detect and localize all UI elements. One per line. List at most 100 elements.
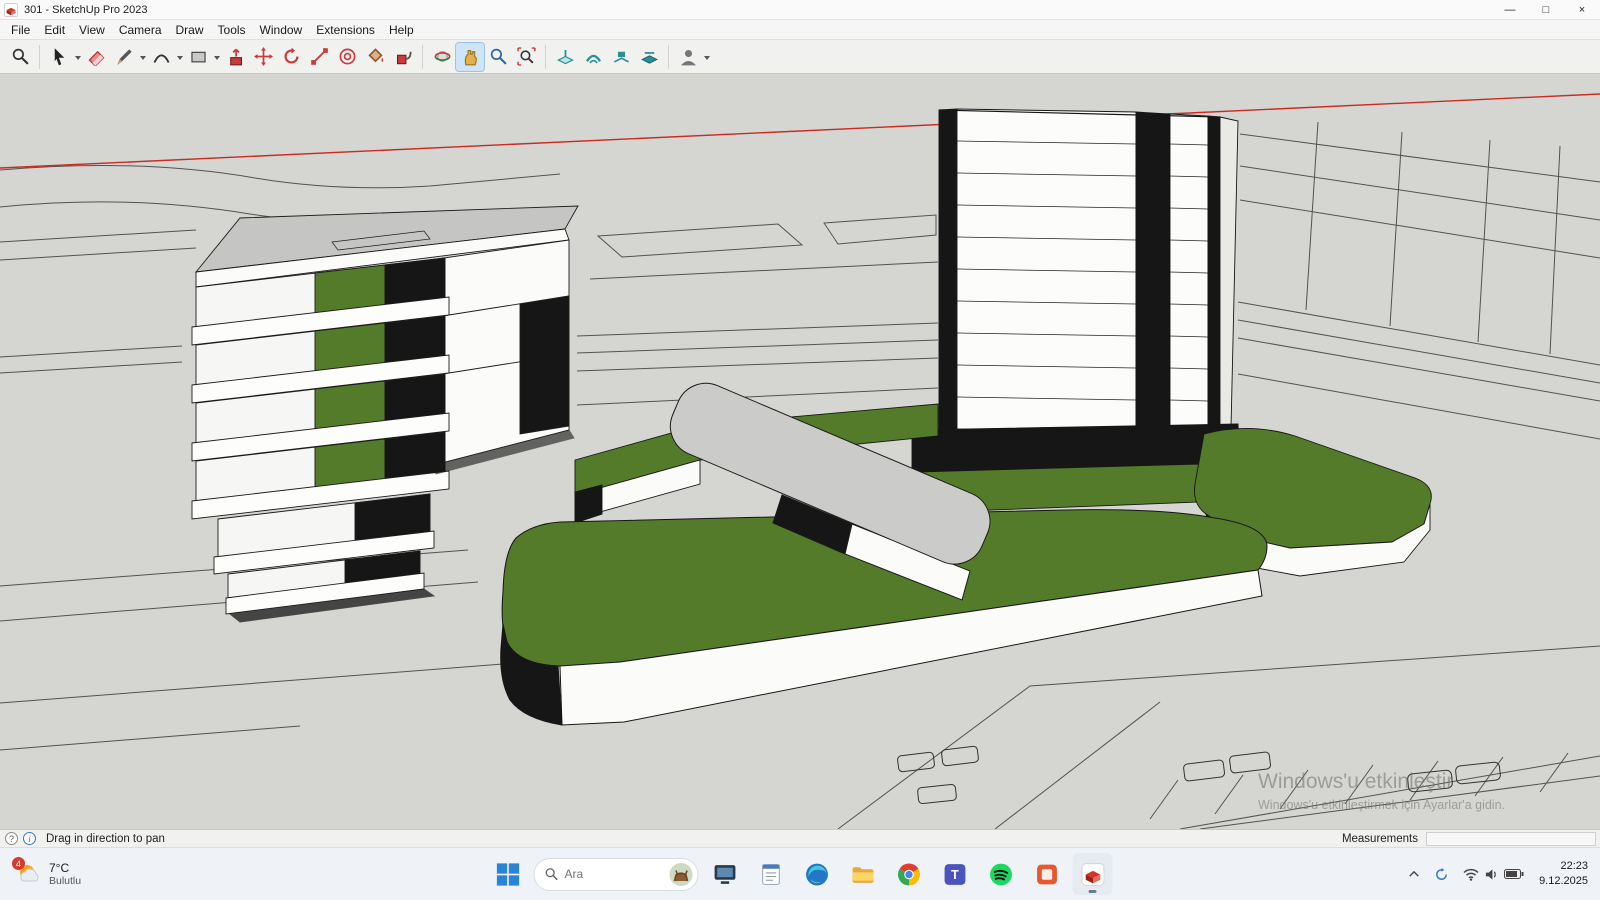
notepad-icon	[758, 862, 783, 887]
rotate-tool-button[interactable]	[277, 43, 305, 71]
shapes-tool-button[interactable]	[184, 43, 212, 71]
eraser-icon	[87, 47, 106, 66]
menu-camera[interactable]: Camera	[112, 21, 169, 39]
weather-condition: Bulutlu	[49, 875, 81, 887]
zoom-tool-button[interactable]	[484, 43, 512, 71]
app-icon-teams[interactable]: T	[935, 853, 975, 895]
sign-in-dropdown[interactable]	[702, 43, 711, 71]
cursor-arrow-icon	[50, 47, 69, 66]
follow-me-tool-button[interactable]	[389, 43, 417, 71]
push-pull-tool-button[interactable]	[221, 43, 249, 71]
app-icon-spotify[interactable]	[981, 853, 1021, 895]
avatar-icon	[679, 47, 698, 66]
zoom-select-tool-button[interactable]	[6, 43, 34, 71]
tray-chevron-button[interactable]	[1403, 856, 1425, 892]
menu-view[interactable]: View	[72, 21, 112, 39]
pencil-icon	[115, 47, 134, 66]
tray-network-volume-battery[interactable]	[1458, 856, 1529, 892]
paint-bucket-tool-button[interactable]	[361, 43, 389, 71]
sign-in-avatar-button[interactable]	[674, 43, 702, 71]
search-input[interactable]	[565, 867, 664, 881]
section-plane-icon	[556, 47, 575, 66]
sketchup-app-icon	[1080, 862, 1105, 887]
pan-tool-button[interactable]	[456, 43, 484, 71]
weather-widget[interactable]: 4 7°C Bulutlu	[8, 848, 89, 900]
menu-tools[interactable]: Tools	[211, 21, 253, 39]
menu-window[interactable]: Window	[253, 21, 310, 39]
svg-text:T: T	[951, 868, 959, 882]
help-icon[interactable]: ?	[5, 832, 18, 845]
volume-icon	[1484, 868, 1499, 881]
menu-extensions[interactable]: Extensions	[309, 21, 382, 39]
office-tower[interactable]	[912, 109, 1240, 502]
taskbar-search[interactable]	[534, 858, 699, 891]
status-bar: ? i Drag in direction to pan Measurement…	[0, 829, 1600, 847]
menu-file[interactable]: File	[4, 21, 37, 39]
spotify-icon	[988, 862, 1013, 887]
tray-time: 22:23	[1539, 859, 1588, 874]
section-cuts-icon	[612, 47, 631, 66]
magnifier-frame-icon	[11, 47, 30, 66]
scale-icon	[310, 47, 329, 66]
wifi-icon	[1463, 868, 1479, 881]
select-tool-dropdown[interactable]	[73, 43, 82, 71]
menu-help[interactable]: Help	[382, 21, 421, 39]
push-pull-icon	[226, 47, 245, 66]
teams-icon: T	[942, 862, 967, 887]
taskbar-center: T	[488, 848, 1113, 900]
close-button[interactable]: ×	[1564, 0, 1600, 19]
arc-tool-dropdown[interactable]	[175, 43, 184, 71]
magnifier-icon	[489, 47, 508, 66]
app-icon-chrome[interactable]	[889, 853, 929, 895]
section-display-icon	[584, 47, 603, 66]
orbit-icon	[433, 47, 452, 66]
chevron-up-icon	[1408, 869, 1420, 879]
menu-draw[interactable]: Draw	[169, 21, 211, 39]
app-icon-notepad[interactable]	[751, 853, 791, 895]
system-monitor-icon	[712, 862, 737, 887]
orbit-tool-button[interactable]	[428, 43, 456, 71]
measurements-input[interactable]	[1426, 832, 1596, 846]
minimize-button[interactable]: —	[1492, 0, 1528, 19]
taskbar: 4 7°C Bulutlu	[0, 847, 1600, 900]
select-tool-button[interactable]	[45, 43, 73, 71]
arc-tool-button[interactable]	[147, 43, 175, 71]
search-highlight-image[interactable]	[670, 863, 693, 886]
shapes-tool-dropdown[interactable]	[212, 43, 221, 71]
tray-clock[interactable]: 22:23 9.12.2025	[1533, 856, 1594, 892]
section-fill-icon	[640, 47, 659, 66]
app-icon-file-explorer[interactable]	[843, 853, 883, 895]
line-tool-dropdown[interactable]	[138, 43, 147, 71]
zoom-extents-icon	[517, 47, 536, 66]
info-icon[interactable]: i	[23, 832, 36, 845]
rotate-icon	[282, 47, 301, 66]
move-arrows-icon	[254, 47, 273, 66]
section-display-tool-button[interactable]	[579, 43, 607, 71]
app-icon-office[interactable]	[1027, 853, 1067, 895]
section-cuts-tool-button[interactable]	[607, 43, 635, 71]
zoom-extents-tool-button[interactable]	[512, 43, 540, 71]
app-icon-sketchup[interactable]	[1073, 853, 1113, 895]
start-button[interactable]	[488, 853, 528, 895]
maximize-button[interactable]: □	[1528, 0, 1564, 19]
eraser-tool-button[interactable]	[82, 43, 110, 71]
toolbar-separator	[668, 45, 669, 69]
line-tool-button[interactable]	[110, 43, 138, 71]
app-icon-edge[interactable]	[797, 853, 837, 895]
menu-bar: File Edit View Camera Draw Tools Window …	[0, 20, 1600, 40]
move-tool-button[interactable]	[249, 43, 277, 71]
app-icon-system-monitor[interactable]	[705, 853, 745, 895]
offset-tool-button[interactable]	[333, 43, 361, 71]
menu-edit[interactable]: Edit	[37, 21, 72, 39]
toolbar-separator	[545, 45, 546, 69]
scale-tool-button[interactable]	[305, 43, 333, 71]
follow-me-icon	[394, 47, 413, 66]
tray-sync-button[interactable]	[1429, 856, 1454, 892]
edge-browser-icon	[804, 862, 829, 887]
section-plane-tool-button[interactable]	[551, 43, 579, 71]
search-icon	[545, 867, 559, 881]
section-fill-tool-button[interactable]	[635, 43, 663, 71]
deer-image-icon	[670, 863, 693, 886]
title-bar: 301 - SketchUp Pro 2023 — □ ×	[0, 0, 1600, 20]
3d-viewport[interactable]	[0, 74, 1600, 829]
